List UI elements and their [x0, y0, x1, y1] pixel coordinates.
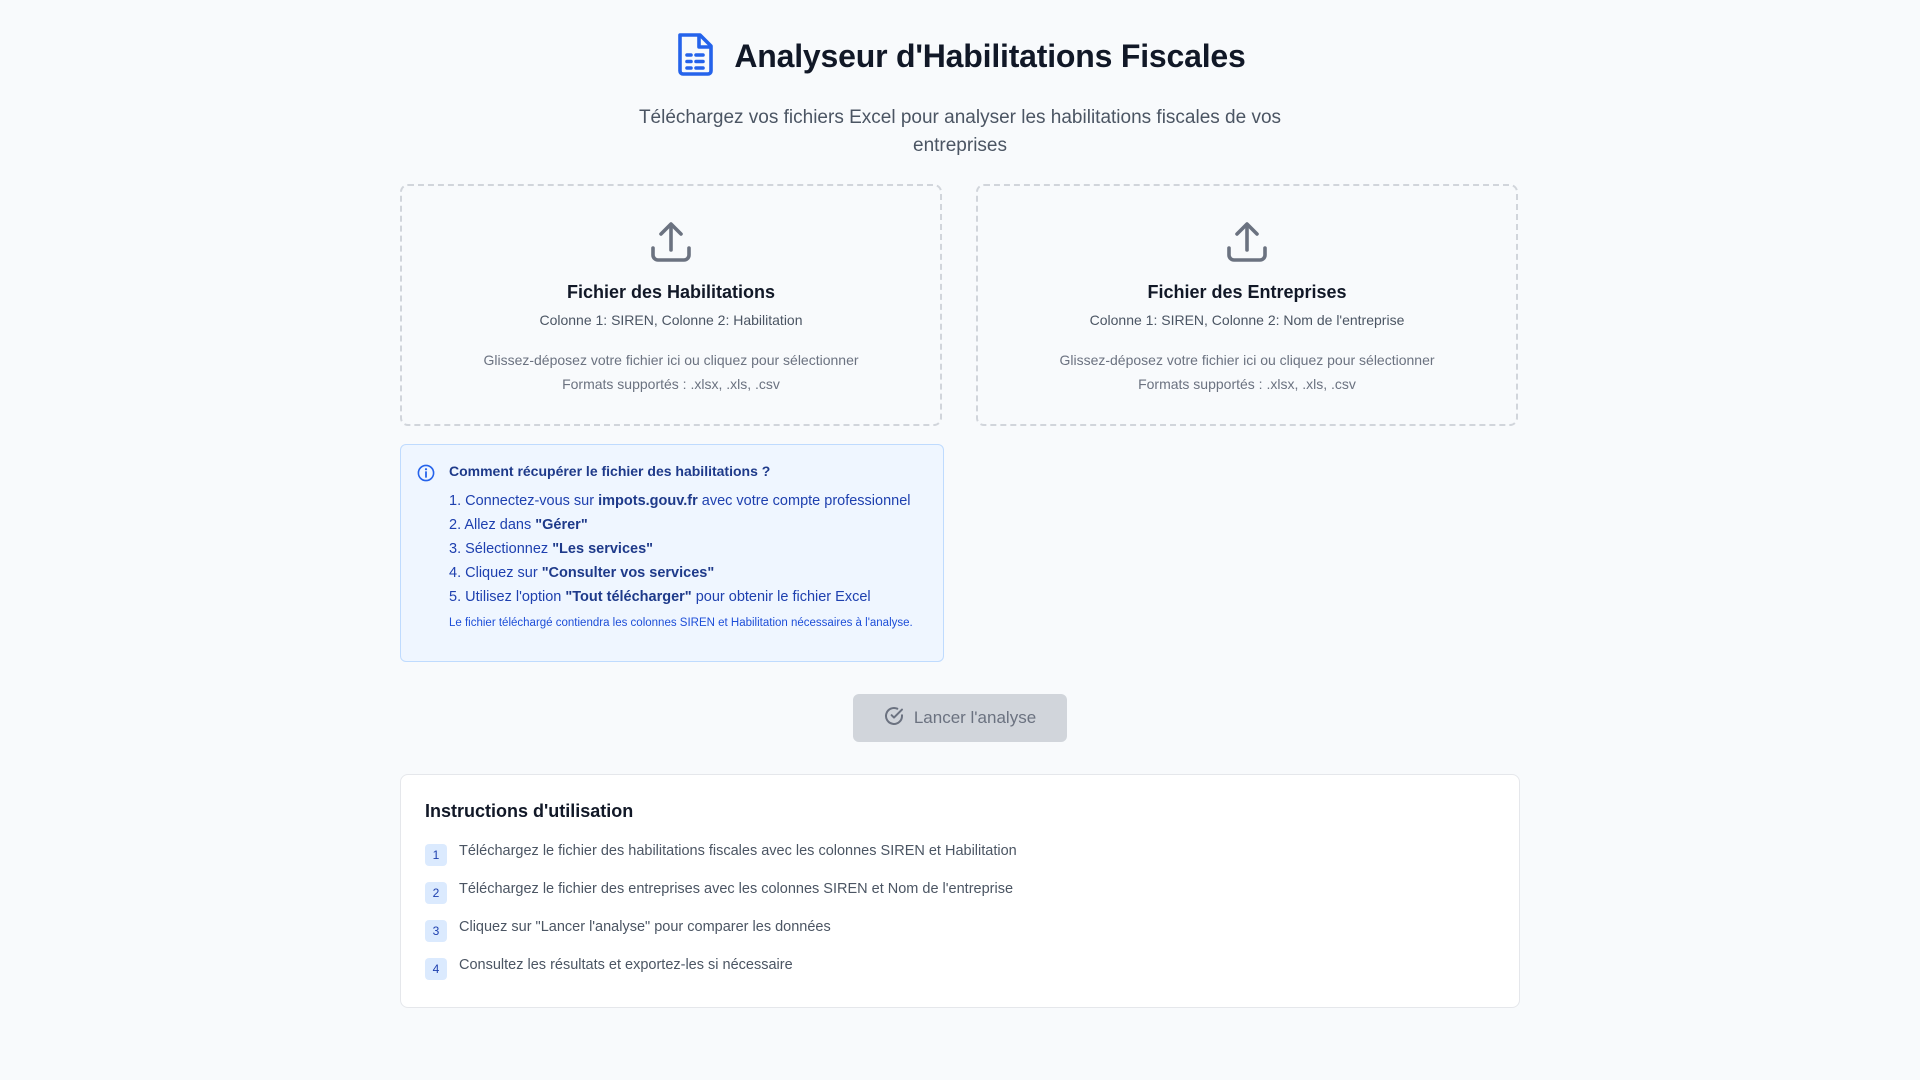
- upload-columns: Colonne 1: SIREN, Colonne 2: Nom de l'en…: [1089, 312, 1405, 328]
- upload-dropzone-habilitations[interactable]: Fichier des Habilitations Colonne 1: SIR…: [400, 184, 942, 426]
- file-spreadsheet-icon: [674, 31, 716, 82]
- instructions-steps: 1 Téléchargez le fichier des habilitatio…: [425, 840, 1495, 992]
- instruction-step: 1 Téléchargez le fichier des habilitatio…: [425, 840, 1495, 878]
- upload-icon: [649, 220, 693, 268]
- page-title: Analyseur d'Habilitations Fiscales: [734, 37, 1246, 74]
- analyze-button[interactable]: Lancer l'analyse: [853, 694, 1067, 742]
- info-step: 3. Sélectionnez "Les services": [449, 541, 654, 557]
- upload-columns: Colonne 1: SIREN, Colonne 2: Habilitatio…: [539, 312, 803, 328]
- page: Analyseur d'Habilitations Fiscales Téléc…: [0, 0, 1920, 1080]
- step-number-badge: 4: [425, 958, 447, 980]
- step-number-badge: 2: [425, 882, 447, 904]
- info-title: Comment récupérer le fichier des habilit…: [449, 463, 771, 479]
- step-text: Téléchargez le fichier des habilitations…: [459, 843, 1017, 859]
- info-box: Comment récupérer le fichier des habilit…: [400, 444, 944, 662]
- upload-hint: Glissez-déposez votre fichier ici ou cli…: [1059, 352, 1435, 368]
- upload-dropzone-entreprises[interactable]: Fichier des Entreprises Colonne 1: SIREN…: [976, 184, 1518, 426]
- upload-title: Fichier des Habilitations: [566, 282, 776, 302]
- step-text: Cliquez sur "Lancer l'analyse" pour comp…: [459, 919, 831, 935]
- upload-hint: Glissez-déposez votre fichier ici ou cli…: [483, 352, 859, 368]
- info-step: 2. Allez dans "Gérer": [449, 517, 588, 533]
- info-step: 1. Connectez-vous sur impots.gouv.fr ave…: [449, 493, 911, 509]
- header: Analyseur d'Habilitations Fiscales Téléc…: [0, 30, 1920, 160]
- check-circle-icon: [884, 706, 904, 731]
- instruction-step: 4 Consultez les résultats et exportez-le…: [425, 954, 1495, 992]
- upload-icon: [1225, 220, 1269, 268]
- step-number-badge: 1: [425, 844, 447, 866]
- upload-formats: Formats supportés : .xlsx, .xls, .csv: [1138, 376, 1356, 392]
- step-text: Consultez les résultats et exportez-les …: [459, 957, 793, 973]
- info-step: 5. Utilisez l'option "Tout télécharger" …: [449, 589, 871, 605]
- step-number-badge: 3: [425, 920, 447, 942]
- upload-title: Fichier des Entreprises: [1147, 282, 1347, 302]
- instructions-title: Instructions d'utilisation: [425, 801, 634, 821]
- info-steps: 1. Connectez-vous sur impots.gouv.fr ave…: [449, 489, 925, 609]
- page-subtitle: Téléchargez vos fichiers Excel pour anal…: [638, 107, 1282, 156]
- instruction-step: 2 Téléchargez le fichier des entreprises…: [425, 878, 1495, 916]
- info-icon: [417, 464, 435, 487]
- step-text: Téléchargez le fichier des entreprises a…: [459, 881, 1014, 897]
- link-impots-gouv: impots.gouv.fr: [598, 493, 698, 509]
- info-note: Le fichier téléchargé contiendra les col…: [449, 617, 913, 629]
- title-row: Analyseur d'Habilitations Fiscales: [0, 30, 1920, 82]
- analyze-button-label: Lancer l'analyse: [913, 708, 1037, 727]
- info-step: 4. Cliquez sur "Consulter vos services": [449, 565, 715, 581]
- upload-formats: Formats supportés : .xlsx, .xls, .csv: [562, 376, 780, 392]
- instructions-card: Instructions d'utilisation 1 Téléchargez…: [400, 774, 1520, 1008]
- instruction-step: 3 Cliquez sur "Lancer l'analyse" pour co…: [425, 916, 1495, 954]
